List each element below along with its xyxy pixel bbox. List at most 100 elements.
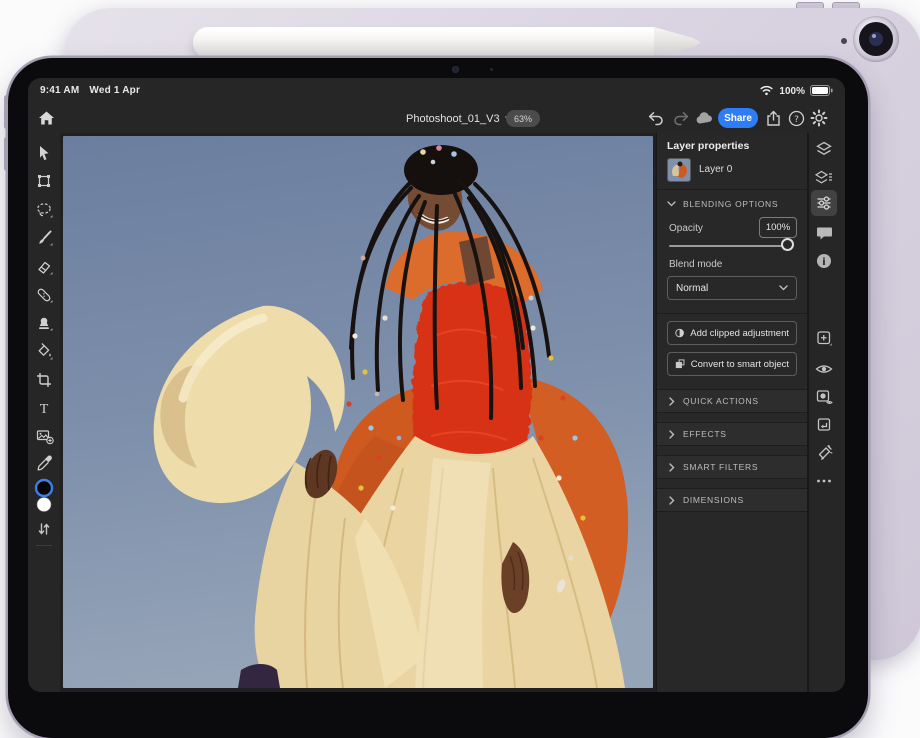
fill-tool[interactable] [32,339,56,363]
chevron-right-icon [669,463,675,472]
eraser-tool[interactable] [32,255,56,279]
swap-colors[interactable] [32,517,56,541]
adjustments-button[interactable] [811,190,837,216]
zoom-level-badge[interactable]: 63% [506,110,540,127]
front-ipad-frame: 9:41 AMWed 1 Apr 100% Photoshoot_01_V3 6… [8,58,868,738]
add-layer-button[interactable] [811,325,837,351]
adjustments-sliders-icon [815,194,833,212]
add-clipped-adjustment-label: Add clipped adjustment [690,328,789,339]
tool-rail: T [28,133,60,692]
help-button[interactable]: ? [786,108,806,128]
eyedropper-tool[interactable] [32,451,56,475]
layer-row[interactable]: Layer 0 [657,155,807,185]
canvas-area[interactable] [60,133,656,692]
settings-button[interactable] [809,108,829,128]
section-dimensions[interactable]: DIMENSIONS [657,488,807,512]
rear-camera-inner [869,32,883,46]
lasso-icon [35,201,54,219]
canvas-photo[interactable] [63,136,653,688]
add-image-icon [35,427,54,445]
blending-options-label: BLENDING OPTIONS [683,199,778,209]
move-tool[interactable] [32,141,56,165]
layers-button[interactable] [811,136,837,162]
section-label: SMART FILTERS [683,462,758,472]
bandage-icon [35,286,54,304]
redo-button[interactable] [671,108,691,128]
stamp-icon [35,314,54,332]
blending-options-header[interactable]: BLENDING OPTIONS [657,192,807,216]
eraser-icon [35,258,54,276]
foreground-background-colors-icon [32,477,56,515]
chevron-right-icon [669,496,675,505]
section-label: DIMENSIONS [683,495,744,505]
rear-microphone-dot [841,38,847,44]
home-icon [38,110,55,126]
front-sensor-dot [490,68,493,71]
convert-smart-object-button[interactable]: Convert to smart object [667,352,797,376]
export-icon [765,110,782,127]
transform-icon [35,172,53,190]
healing-brush-tool[interactable] [32,283,56,307]
layer-properties-button[interactable] [811,164,837,190]
more-options-button[interactable] [811,468,837,494]
svg-text:?: ? [794,115,799,125]
home-button[interactable] [36,108,56,128]
smart-object-icon [675,358,685,370]
convert-smart-object-label: Convert to smart object [691,359,789,370]
rear-camera-glint [872,34,876,38]
visibility-button[interactable] [811,356,837,382]
clone-stamp-tool[interactable] [32,311,56,335]
layer-mask-icon [815,388,834,406]
chevron-right-icon [669,397,675,406]
cloud-icon [695,111,714,125]
send-layer-button[interactable] [811,412,837,438]
section-quick-actions[interactable]: QUICK ACTIONS [657,389,807,413]
eye-icon [815,362,833,376]
chevron-down-icon [667,201,676,207]
undo-button[interactable] [645,108,665,128]
brush-tool[interactable] [32,226,56,250]
comments-button[interactable] [811,220,837,246]
gear-icon [810,109,828,127]
color-swatches[interactable] [32,476,56,516]
opacity-slider-track[interactable] [669,245,793,247]
section-effects[interactable]: EFFECTS [657,422,807,446]
battery-icon [810,85,833,99]
cloud-sync-button[interactable] [694,108,714,128]
svg-text:T: T [40,402,49,417]
info-button[interactable]: i [811,248,837,274]
section-smart-filters[interactable]: SMART FILTERS [657,455,807,479]
divider [657,313,807,314]
layer-properties-icon [815,168,833,186]
type-tool[interactable]: T [32,396,56,420]
move-cursor-icon [35,144,53,162]
help-icon: ? [788,110,805,127]
right-icon-rail: i [808,133,845,692]
undo-icon [647,111,664,126]
adjustment-circle-icon [675,327,684,339]
chevron-down-icon [779,285,788,291]
transform-tool[interactable] [32,169,56,193]
opacity-slider-knob[interactable] [781,238,794,251]
document-title[interactable]: Photoshoot_01_V3 [406,109,514,129]
send-layer-icon [815,416,833,434]
blend-mode-label: Blend mode [669,259,722,270]
cleanup-button[interactable] [811,440,837,466]
opacity-value-field[interactable]: 100% [759,217,797,238]
share-button[interactable]: Share [718,108,758,128]
paint-bucket-icon [35,342,54,360]
export-button[interactable] [763,108,783,128]
blend-mode-dropdown[interactable]: Normal [667,276,797,300]
add-layer-icon [815,329,833,347]
crop-tool[interactable] [32,368,56,392]
blend-mode-value: Normal [676,283,708,294]
photoshop-app-screen: 9:41 AMWed 1 Apr 100% Photoshoot_01_V3 6… [28,78,845,692]
place-photo-tool[interactable] [32,424,56,448]
status-date: Wed 1 Apr [89,85,140,96]
add-clipped-adjustment-button[interactable]: Add clipped adjustment [667,321,797,345]
lasso-tool[interactable] [32,198,56,222]
layers-icon [815,140,833,158]
layer-mask-button[interactable] [811,384,837,410]
eyedropper-icon [35,454,53,472]
brush-icon [35,229,54,247]
